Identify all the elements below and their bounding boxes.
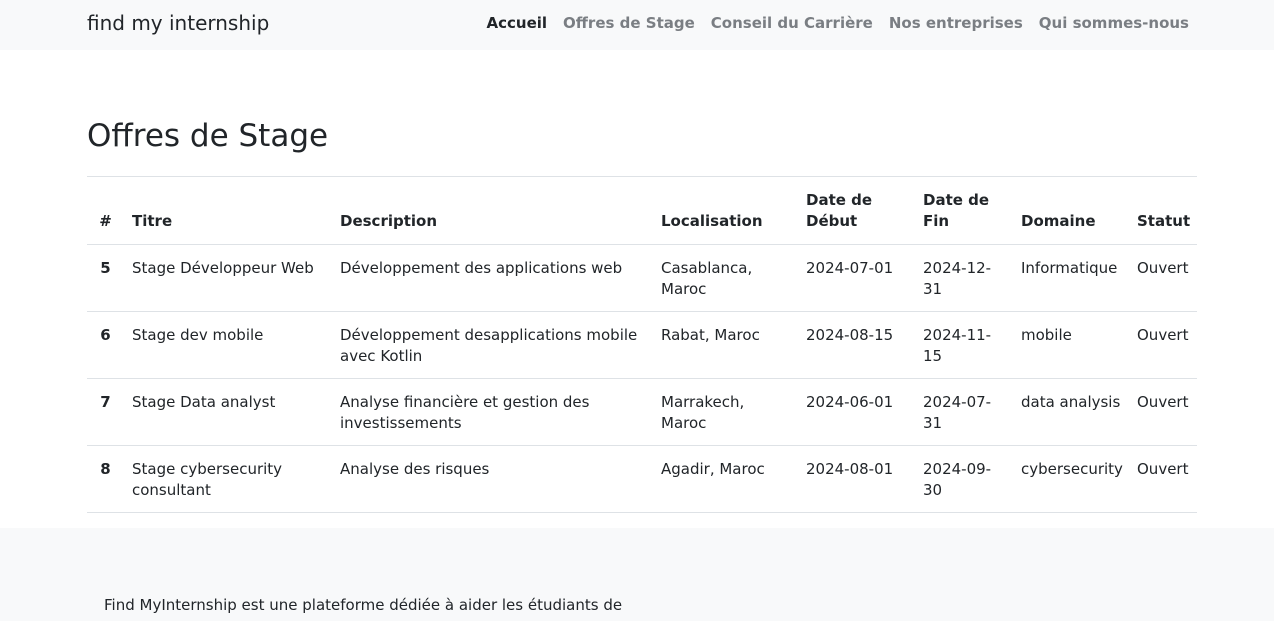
- cell-description: Analyse des risques: [332, 445, 653, 513]
- cell-id: 7: [87, 378, 124, 446]
- cell-id: 5: [87, 244, 124, 312]
- navbar: find my internship Accueil Offres de Sta…: [0, 0, 1274, 50]
- cell-id: 6: [87, 311, 124, 379]
- nav-link-entreprises[interactable]: Nos entreprises: [889, 14, 1023, 32]
- column-header-date-fin: Date de Fin: [915, 176, 1013, 245]
- brand-logo[interactable]: find my internship: [87, 11, 269, 35]
- cell-date-fin: 2024-09-30: [915, 445, 1013, 513]
- cell-date-debut: 2024-07-01: [798, 244, 915, 312]
- cell-statut: Ouvert: [1129, 244, 1197, 312]
- cell-statut: Ouvert: [1129, 311, 1197, 379]
- cell-date-debut: 2024-06-01: [798, 378, 915, 446]
- cell-date-fin: 2024-11-15: [915, 311, 1013, 379]
- table-header-row: # Titre Description Localisation Date de…: [87, 176, 1197, 245]
- page-title: Offres de Stage: [87, 118, 329, 154]
- footer-text: Find MyInternship est une plateforme déd…: [104, 596, 623, 614]
- cell-description: Développement desapplications mobile ave…: [332, 311, 653, 379]
- cell-domaine: data analysis: [1013, 378, 1129, 446]
- cell-titre: Stage dev mobile: [124, 311, 332, 379]
- cell-domaine: cybersecurity: [1013, 445, 1129, 513]
- nav-link-conseil[interactable]: Conseil du Carrière: [711, 14, 873, 32]
- table-row: 7 Stage Data analyst Analyse financière …: [87, 378, 1197, 446]
- column-header-titre: Titre: [124, 176, 332, 245]
- cell-titre: Stage cybersecurity consultant: [124, 445, 332, 513]
- cell-titre: Stage Développeur Web: [124, 244, 332, 312]
- column-header-localisation: Localisation: [653, 176, 798, 245]
- cell-domaine: mobile: [1013, 311, 1129, 379]
- column-header-domaine: Domaine: [1013, 176, 1129, 245]
- cell-date-fin: 2024-07-31: [915, 378, 1013, 446]
- column-header-description: Description: [332, 176, 653, 245]
- cell-titre: Stage Data analyst: [124, 378, 332, 446]
- cell-description: Développement des applications web: [332, 244, 653, 312]
- main-content: Offres de Stage # Titre Description Loca…: [0, 116, 1274, 513]
- cell-date-debut: 2024-08-01: [798, 445, 915, 513]
- table-row: 5 Stage Développeur Web Développement de…: [87, 244, 1197, 312]
- column-header-id: #: [87, 176, 124, 245]
- cell-localisation: Agadir, Maroc: [653, 445, 798, 513]
- cell-statut: Ouvert: [1129, 378, 1197, 446]
- table-row: 6 Stage dev mobile Développement desappl…: [87, 311, 1197, 379]
- nav-link-accueil[interactable]: Accueil: [487, 14, 548, 32]
- cell-localisation: Casablanca, Maroc: [653, 244, 798, 312]
- table-row: 8 Stage cybersecurity consultant Analyse…: [87, 445, 1197, 513]
- cell-id: 8: [87, 445, 124, 513]
- cell-localisation: Rabat, Maroc: [653, 311, 798, 379]
- cell-date-fin: 2024-12-31: [915, 244, 1013, 312]
- column-header-statut: Statut: [1129, 176, 1197, 245]
- nav-link-offres[interactable]: Offres de Stage: [563, 14, 695, 32]
- footer: Find MyInternship est une plateforme déd…: [0, 528, 1274, 621]
- nav-link-qui-sommes-nous[interactable]: Qui sommes-nous: [1039, 14, 1189, 32]
- cell-statut: Ouvert: [1129, 445, 1197, 513]
- column-header-date-debut: Date de Début: [798, 176, 915, 245]
- cell-domaine: Informatique: [1013, 244, 1129, 312]
- cell-description: Analyse financière et gestion des invest…: [332, 378, 653, 446]
- cell-date-debut: 2024-08-15: [798, 311, 915, 379]
- offers-table: # Titre Description Localisation Date de…: [87, 176, 1197, 513]
- cell-localisation: Marrakech, Maroc: [653, 378, 798, 446]
- nav-links: Accueil Offres de Stage Conseil du Carri…: [487, 14, 1190, 32]
